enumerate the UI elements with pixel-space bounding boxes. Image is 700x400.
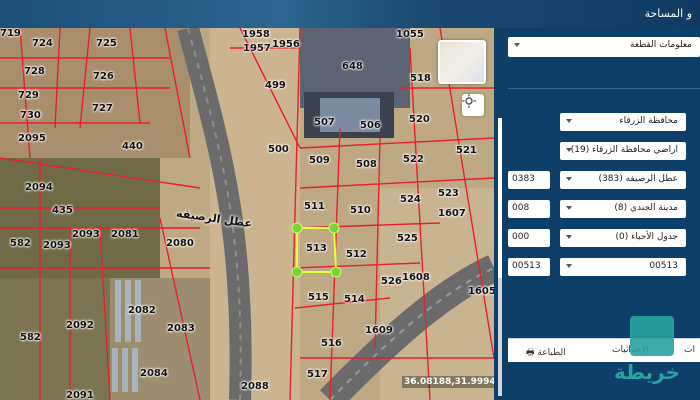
basin-select[interactable]: مدينة الجندي (8) bbox=[560, 200, 686, 218]
parcel-info-dropdown[interactable]: معلومات القطعة bbox=[508, 37, 700, 57]
basin-value: مدينة الجندي (8) bbox=[614, 203, 678, 213]
parcel-label: 520 bbox=[409, 114, 430, 125]
parcel-label: 506 bbox=[360, 120, 381, 131]
parcel-label: 1608 bbox=[402, 272, 430, 283]
parcel-label: 509 bbox=[309, 155, 330, 166]
chevron-down-icon bbox=[566, 264, 572, 268]
parcel-label: 516 bbox=[321, 338, 342, 349]
parcel-label: 523 bbox=[438, 188, 459, 199]
panel-scroll-thumb[interactable] bbox=[498, 278, 502, 396]
parcel-label: 515 bbox=[308, 292, 329, 303]
parcel-code-field[interactable]: 00513 bbox=[508, 258, 550, 276]
parcel-label: 582 bbox=[10, 238, 31, 249]
parcel-value: 00513 bbox=[649, 261, 678, 271]
parcel-label: 2092 bbox=[66, 320, 94, 331]
print-tab[interactable]: الطباعة 🖶 bbox=[526, 345, 566, 361]
header-title: و المساحة bbox=[644, 7, 692, 20]
governorate-value: محافظة الزرقاء bbox=[619, 116, 678, 126]
parcel-label: 514 bbox=[344, 294, 365, 305]
parcel-label: 719 bbox=[0, 28, 21, 39]
parcel-label: 2091 bbox=[66, 390, 94, 400]
parcel-label: 2094 bbox=[25, 182, 53, 193]
parcel-label: 1607 bbox=[438, 208, 466, 219]
lands-directorate-value: اراضي محافظة الزرقاء (19) bbox=[570, 145, 678, 155]
parcel-label: 440 bbox=[122, 141, 143, 152]
lands-directorate-select[interactable]: اراضي محافظة الزرقاء (19) bbox=[560, 142, 686, 160]
chevron-down-icon bbox=[566, 177, 572, 181]
parcel-label: 511 bbox=[304, 201, 325, 212]
parcel-label: 1055 bbox=[396, 29, 424, 40]
panel-divider bbox=[508, 88, 700, 89]
printer-icon: 🖶 bbox=[526, 348, 535, 358]
parcel-label: 512 bbox=[346, 249, 367, 260]
parcel-label: 729 bbox=[18, 90, 39, 101]
top-bar: و المساحة bbox=[0, 0, 700, 28]
locate-button[interactable] bbox=[462, 94, 484, 116]
parcel-label: 499 bbox=[265, 80, 286, 91]
parcel-label: 2083 bbox=[167, 323, 195, 334]
chevron-down-icon bbox=[514, 43, 520, 47]
parcel-label: 522 bbox=[403, 154, 424, 165]
parcel-info-label: معلومات القطعة bbox=[629, 40, 692, 50]
parcel-label: 728 bbox=[24, 66, 45, 77]
parcel-label: 507 bbox=[314, 117, 335, 128]
parcel-label: 500 bbox=[268, 144, 289, 155]
parcel-label: 513 bbox=[306, 243, 327, 254]
parcel-label: 727 bbox=[92, 103, 113, 114]
village-value: عطل الرصيفه (383) bbox=[598, 174, 678, 184]
governorate-select[interactable]: محافظة الزرقاء bbox=[560, 113, 686, 131]
coordinates-readout: 36.08188,31.99947 bbox=[402, 376, 494, 388]
parcel-select[interactable]: 00513 bbox=[560, 258, 686, 276]
parcel-label: 2093 bbox=[43, 240, 71, 251]
chevron-down-icon bbox=[566, 148, 572, 152]
chevron-down-icon bbox=[566, 119, 572, 123]
parcel-label: 2088 bbox=[241, 381, 269, 392]
chevron-down-icon bbox=[566, 235, 572, 239]
parcel-label: 2095 bbox=[18, 133, 46, 144]
parcel-label: 1605 bbox=[468, 286, 494, 297]
minimap-preview bbox=[440, 42, 484, 82]
parcel-label: 435 bbox=[52, 205, 73, 216]
village-code-field[interactable]: 0383 bbox=[508, 171, 550, 189]
parcel-label: 648 bbox=[342, 61, 363, 72]
parcel-label: 2093 bbox=[72, 229, 100, 240]
map-view[interactable]: 719 724 725 728 726 729 727 730 2095 440… bbox=[0, 28, 494, 400]
parcel-label: 517 bbox=[307, 369, 328, 380]
parcel-label: 582 bbox=[20, 332, 41, 343]
sun-locate-icon bbox=[462, 94, 476, 108]
parcel-label: 2084 bbox=[140, 368, 168, 379]
parcel-label: 524 bbox=[400, 194, 421, 205]
parcel-label: 2081 bbox=[111, 229, 139, 240]
parcel-label: 1609 bbox=[365, 325, 393, 336]
basin-code-field[interactable]: 008 bbox=[508, 200, 550, 218]
brand-word: خريطة bbox=[614, 360, 680, 384]
parcel-label: 508 bbox=[356, 159, 377, 170]
house-logo-icon bbox=[630, 316, 674, 356]
neighborhood-select[interactable]: جدول الأحياء (0) bbox=[560, 229, 686, 247]
parcel-label: 1956 bbox=[272, 39, 300, 50]
brand-watermark: خريطة bbox=[612, 316, 690, 390]
parcel-label: 521 bbox=[456, 145, 477, 156]
minimap-button[interactable] bbox=[438, 40, 486, 84]
parcel-label: 730 bbox=[20, 110, 41, 121]
parcel-label: 525 bbox=[397, 233, 418, 244]
parcel-label: 2082 bbox=[128, 305, 156, 316]
parcel-label: 518 bbox=[410, 73, 431, 84]
village-select[interactable]: عطل الرصيفه (383) bbox=[560, 171, 686, 189]
parcel-label: 2080 bbox=[166, 238, 194, 249]
parcel-label: 1957 bbox=[243, 43, 271, 54]
chevron-down-icon bbox=[566, 206, 572, 210]
parcel-label: 724 bbox=[32, 38, 53, 49]
neighborhood-value: جدول الأحياء (0) bbox=[615, 232, 678, 242]
parcel-label: 526 bbox=[381, 276, 402, 287]
neighborhood-code-field[interactable]: 000 bbox=[508, 229, 550, 247]
parcel-label: 725 bbox=[96, 38, 117, 49]
parcel-label: 510 bbox=[350, 205, 371, 216]
parcel-label: 726 bbox=[93, 71, 114, 82]
print-label: الطباعة bbox=[537, 348, 566, 358]
parcel-label: 1958 bbox=[242, 29, 270, 40]
